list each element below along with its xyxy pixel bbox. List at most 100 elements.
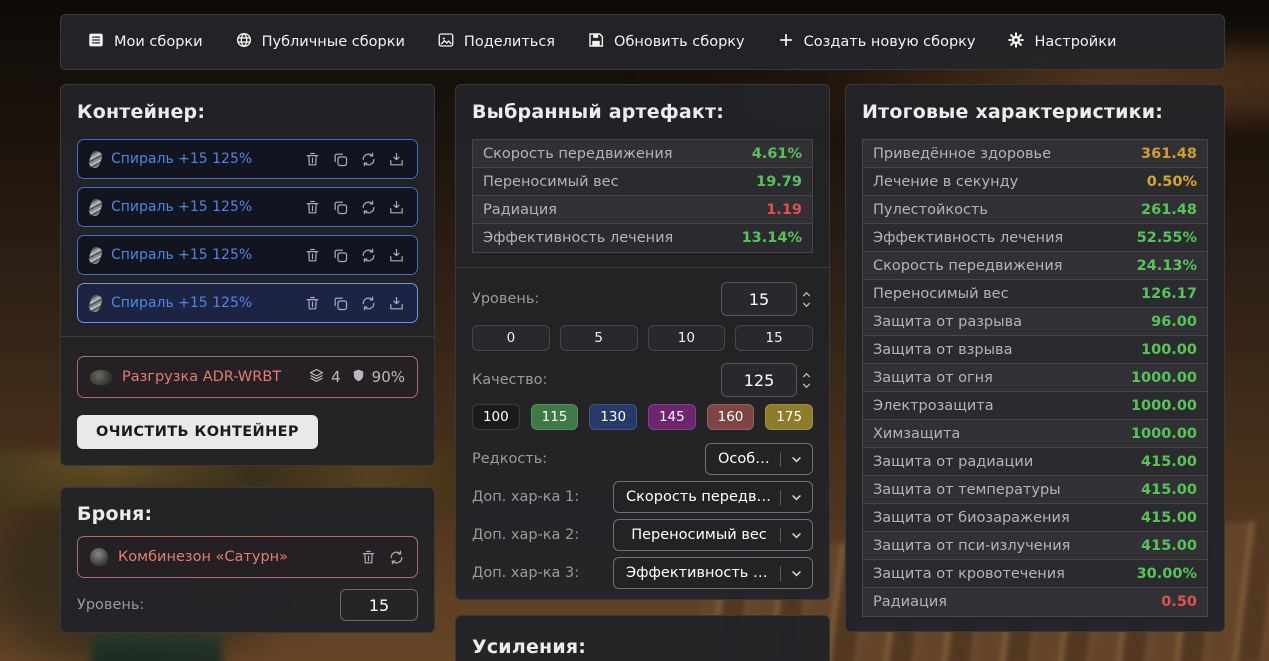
download-icon[interactable] (388, 151, 405, 168)
extra-stat-1-value: Скорость передви... (626, 489, 772, 505)
total-row: Радиация 0.50 (863, 588, 1207, 616)
new-build-button[interactable]: Создать новую сборку (777, 31, 975, 53)
refresh-icon[interactable] (360, 151, 377, 168)
refresh-icon[interactable] (360, 199, 377, 216)
list-icon (87, 31, 105, 53)
artifact-stats-table: Скорость передвижения 4.61% Переносимый … (472, 139, 813, 253)
rarity-dropdown[interactable]: Особый (705, 443, 813, 475)
container-panel: Контейнер: Спираль +15 125% Спираль +15 … (60, 84, 435, 466)
total-row: Эффективность лечения 52.55% (863, 224, 1207, 252)
artifact-actions (304, 295, 405, 312)
shield-icon (351, 368, 366, 387)
quality-preset-115[interactable]: 115 (530, 404, 579, 430)
chevron-down-icon (792, 532, 801, 539)
download-icon[interactable] (388, 247, 405, 264)
artifact-slot-4-selected[interactable]: Спираль +15 125% (77, 283, 418, 323)
my-builds-button[interactable]: Мои сборки (87, 31, 203, 53)
quality-preset-160[interactable]: 160 (706, 404, 755, 430)
armor-title: Броня: (77, 503, 153, 525)
image-icon (437, 31, 455, 53)
total-row: Электрозащита 1000.00 (863, 392, 1207, 420)
refresh-icon[interactable] (360, 247, 377, 264)
armor-item[interactable]: Комбинезон «Сатурн» (77, 536, 418, 578)
settings-button[interactable]: Настройки (1007, 31, 1116, 53)
download-icon[interactable] (388, 199, 405, 216)
total-row: Защита от биозаражения 415.00 (863, 504, 1207, 532)
artifact-name: Спираль +15 125% (111, 295, 253, 311)
boosts-panel: Усиления: (455, 615, 830, 661)
stat-row: Радиация 1.19 (473, 196, 812, 224)
trash-icon[interactable] (304, 199, 321, 216)
quality-presets: 100 115 130 145 160 175 (472, 404, 814, 430)
level-input[interactable]: 15 (721, 282, 797, 316)
chevron-up-icon[interactable] (800, 370, 813, 380)
extra-stat-2-dropdown[interactable]: Переносимый вес (613, 519, 813, 551)
download-icon[interactable] (388, 295, 405, 312)
trash-icon[interactable] (304, 151, 321, 168)
armor-icon (90, 548, 108, 566)
refresh-icon[interactable] (388, 549, 405, 566)
quality-spin-arrows (800, 370, 813, 391)
chevron-up-icon[interactable] (800, 289, 813, 299)
quality-preset-175[interactable]: 175 (765, 404, 814, 430)
save-icon (587, 31, 605, 53)
copy-icon[interactable] (332, 151, 349, 168)
level-preset-0[interactable]: 0 (472, 325, 550, 351)
pouch-durability-value: 90% (371, 368, 405, 386)
chevron-down-icon (792, 456, 801, 463)
total-row: Химзащита 1000.00 (863, 420, 1207, 448)
extra-stat-3-dropdown[interactable]: Эффективность ле... (613, 557, 813, 589)
clear-container-button[interactable]: ОЧИСТИТЬ КОНТЕЙНЕР (77, 415, 318, 449)
quality-label: Качество: (472, 372, 548, 388)
pouch-stack-count: 4 (331, 368, 341, 386)
stat-row: Переносимый вес 19.79 (473, 168, 812, 196)
trash-icon[interactable] (304, 247, 321, 264)
quality-preset-100[interactable]: 100 (472, 404, 520, 430)
extra-stat-2-row: Доп. хар-ка 2: Переносимый вес (472, 519, 813, 551)
globe-icon (235, 31, 253, 53)
extra-stat-1-row: Доп. хар-ка 1: Скорость передви... (472, 481, 813, 513)
chevron-down-icon[interactable] (800, 381, 813, 391)
selected-artifact-panel: Выбранный артефакт: Скорость передвижени… (455, 84, 830, 600)
app-root: Мои сборки Публичные сборки Поделиться О… (0, 0, 1269, 661)
artifact-spiral-icon (87, 293, 104, 313)
pouch-name: Разгрузка ADR-WRBT (122, 369, 282, 385)
artifact-actions (304, 199, 405, 216)
refresh-icon[interactable] (360, 295, 377, 312)
total-row: Пулестойкость 261.48 (863, 196, 1207, 224)
pouch-item[interactable]: Разгрузка ADR-WRBT 4 90% (77, 356, 418, 398)
gear-icon (1007, 31, 1025, 53)
extra-stat-3-label: Доп. хар-ка 3: (472, 565, 580, 581)
trash-icon[interactable] (360, 549, 377, 566)
armor-level-input[interactable]: 15 (340, 589, 418, 621)
armor-level-label: Уровень: (77, 597, 145, 613)
total-row: Защита от температуры 415.00 (863, 476, 1207, 504)
copy-icon[interactable] (332, 199, 349, 216)
artifact-slot-2[interactable]: Спираль +15 125% (77, 187, 418, 227)
artifact-slot-3[interactable]: Спираль +15 125% (77, 235, 418, 275)
selected-artifact-title: Выбранный артефакт: (472, 101, 725, 123)
extra-stat-3-row: Доп. хар-ка 3: Эффективность ле... (472, 557, 813, 589)
quality-input[interactable]: 125 (721, 363, 797, 397)
artifact-spiral-icon (87, 149, 104, 169)
my-builds-label: Мои сборки (114, 34, 203, 50)
quality-preset-145[interactable]: 145 (648, 404, 696, 430)
pouch-durability: 90% (351, 368, 405, 387)
container-title: Контейнер: (77, 101, 206, 123)
update-build-button[interactable]: Обновить сборку (587, 31, 745, 53)
level-preset-15[interactable]: 15 (735, 325, 813, 351)
chevron-down-icon[interactable] (800, 300, 813, 310)
artifact-slot-1[interactable]: Спираль +15 125% (77, 139, 418, 179)
update-build-label: Обновить сборку (614, 34, 745, 50)
quality-preset-130[interactable]: 130 (589, 404, 638, 430)
public-builds-button[interactable]: Публичные сборки (235, 31, 405, 53)
extra-stat-1-dropdown[interactable]: Скорость передви... (613, 481, 813, 513)
copy-icon[interactable] (332, 295, 349, 312)
trash-icon[interactable] (304, 295, 321, 312)
artifact-name: Спираль +15 125% (111, 199, 253, 215)
level-preset-10[interactable]: 10 (647, 325, 726, 351)
boosts-title: Усиления: (472, 636, 587, 658)
copy-icon[interactable] (332, 247, 349, 264)
level-preset-5[interactable]: 5 (559, 325, 638, 351)
share-button[interactable]: Поделиться (437, 31, 555, 53)
